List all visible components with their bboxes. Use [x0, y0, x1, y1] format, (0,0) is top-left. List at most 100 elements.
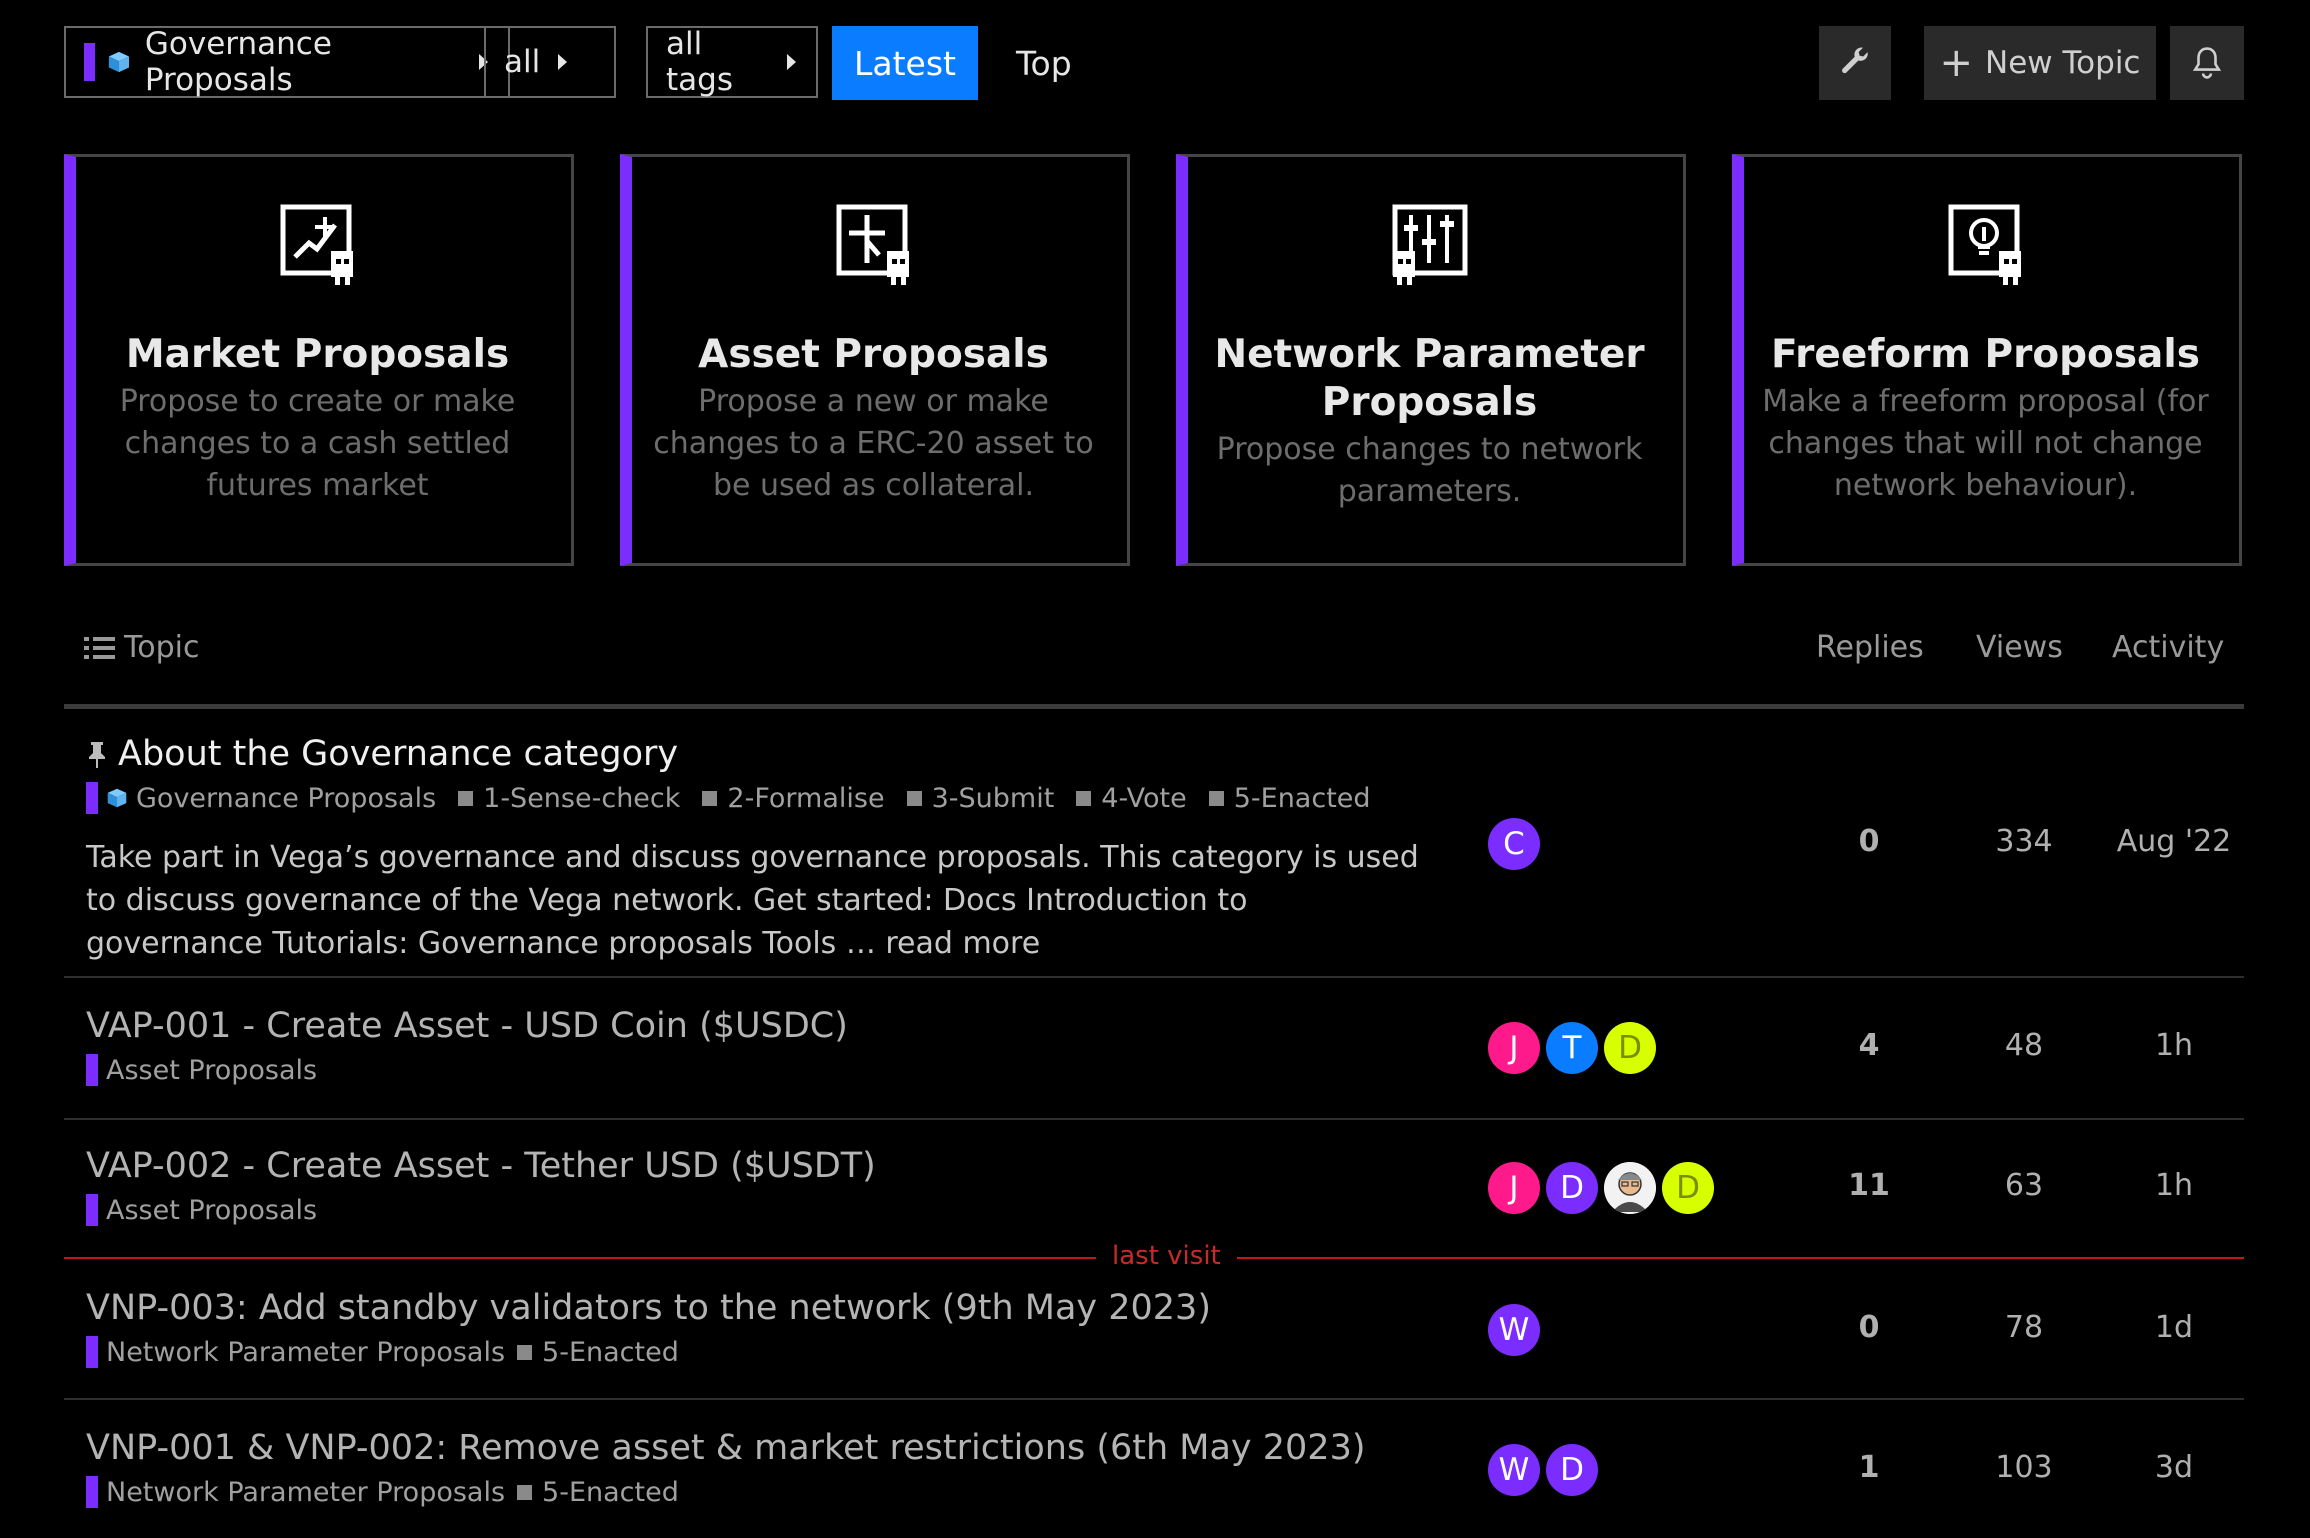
replies-column-header[interactable]: Replies [1816, 630, 1924, 665]
avatar[interactable]: D [1604, 1022, 1656, 1074]
poster-avatars: W D [1488, 1444, 1604, 1496]
admin-wrench-button[interactable] [1819, 26, 1891, 100]
category-boxes: Market Proposals Propose to create or ma… [64, 154, 2244, 566]
notification-button[interactable] [2170, 26, 2244, 100]
tags-dropdown[interactable]: all tags [646, 26, 818, 98]
caret-right-icon [558, 54, 568, 70]
poster-avatars: J D D [1488, 1162, 1720, 1214]
topic-excerpt[interactable]: Take part in Vega’s governance and discu… [86, 836, 1426, 965]
avatar[interactable]: W [1488, 1444, 1540, 1496]
topic-column-label: Topic [124, 630, 200, 665]
category-title: Freeform Proposals [1771, 332, 2200, 377]
avatar[interactable]: D [1546, 1162, 1598, 1214]
category-box-network-parameter[interactable]: Network Parameter Proposals Propose chan… [1176, 154, 1686, 566]
asset-icon [836, 204, 909, 285]
category-color-bar [86, 1054, 98, 1086]
caret-right-icon [787, 54, 796, 70]
sliders-icon [1392, 204, 1467, 285]
all-dropdown[interactable]: all [484, 26, 616, 98]
activity-time[interactable]: 1d [2104, 1310, 2244, 1345]
category-title: Asset Proposals [698, 332, 1049, 377]
topic-title[interactable]: VAP-001 - Create Asset - USD Coin ($USDC… [86, 1006, 848, 1046]
tag-link[interactable]: 3-Submit [932, 783, 1055, 814]
poster-avatars: C [1488, 818, 1546, 870]
avatar[interactable]: J [1488, 1162, 1540, 1214]
category-color-bar [86, 1336, 98, 1368]
category-box-asset[interactable]: Asset Proposals Propose a new or make ch… [620, 154, 1130, 566]
category-badge[interactable]: Asset Proposals [106, 1195, 317, 1226]
avatar[interactable]: W [1488, 1304, 1540, 1356]
activity-time[interactable]: 1h [2104, 1168, 2244, 1203]
avatar[interactable]: D [1662, 1162, 1714, 1214]
category-badge[interactable]: Network Parameter Proposals [106, 1337, 505, 1368]
category-color-bar [86, 1476, 98, 1508]
topic-row: VNP-003: Add standby validators to the n… [64, 1260, 2244, 1400]
tag-link[interactable]: 5-Enacted [1234, 783, 1371, 814]
new-topic-label: New Topic [1985, 45, 2141, 81]
views-column-header[interactable]: Views [1976, 630, 2063, 665]
topic-meta: Network Parameter Proposals 5-Enacted [86, 1336, 679, 1368]
topic-row: VAP-002 - Create Asset - Tether USD ($US… [64, 1120, 2244, 1256]
view-count: 103 [1995, 1450, 2053, 1485]
reply-count[interactable]: 4 [1824, 1028, 1914, 1063]
activity-time[interactable]: Aug '22 [2104, 824, 2244, 859]
tag-link[interactable]: 4-Vote [1101, 783, 1186, 814]
activity-time[interactable]: 3d [2104, 1450, 2244, 1485]
category-badge[interactable]: Asset Proposals [106, 1055, 317, 1086]
tag-square-icon [1208, 790, 1224, 806]
reply-count[interactable]: 0 [1824, 1310, 1914, 1345]
tag-link[interactable]: 5-Enacted [542, 1477, 679, 1508]
tab-top[interactable]: Top [1016, 26, 1072, 100]
tags-dropdown-label: all tags [666, 26, 733, 98]
tag-link[interactable]: 1-Sense-check [483, 783, 680, 814]
category-badge[interactable]: Network Parameter Proposals [106, 1477, 505, 1508]
category-dropdown-label: Governance Proposals [144, 26, 332, 98]
topic-title: About the Governance category [118, 734, 679, 774]
avatar[interactable]: C [1488, 818, 1540, 870]
tag-link[interactable]: 5-Enacted [542, 1337, 679, 1368]
reply-count[interactable]: 11 [1824, 1168, 1914, 1203]
topic-row: VAP-001 - Create Asset - USD Coin ($USDC… [64, 978, 2244, 1120]
topic-meta: Network Parameter Proposals 5-Enacted [86, 1476, 679, 1508]
topic-column-header[interactable]: Topic [84, 630, 199, 665]
topic-title[interactable]: VAP-002 - Create Asset - Tether USD ($US… [86, 1146, 876, 1186]
new-topic-button[interactable]: + New Topic [1924, 26, 2156, 100]
poster-avatars: W [1488, 1304, 1546, 1356]
tag-square-icon [458, 790, 474, 806]
ballot-box-icon [107, 788, 127, 808]
topic-title-link[interactable]: About the Governance category [86, 734, 678, 774]
lightbulb-icon [1948, 204, 2021, 285]
topic-row: VNP-001 & VNP-002: Remove asset & market… [64, 1400, 2244, 1538]
topic-title[interactable]: VNP-001 & VNP-002: Remove asset & market… [86, 1428, 1366, 1468]
topic-meta: Governance Proposals 1-Sense-check 2-For… [86, 782, 1371, 814]
category-description: Propose a new or make changes to a ERC-2… [653, 384, 1094, 503]
view-count: 48 [2004, 1028, 2044, 1063]
tag-square-icon [1076, 790, 1092, 806]
topic-title[interactable]: VNP-003: Add standby validators to the n… [86, 1288, 1211, 1328]
tag-square-icon [906, 790, 922, 806]
category-box-market[interactable]: Market Proposals Propose to create or ma… [64, 154, 574, 566]
reply-count[interactable]: 0 [1824, 824, 1914, 859]
navigation-bar: Governance Proposals all all tags Latest… [64, 26, 2244, 102]
category-box-freeform[interactable]: Freeform Proposals Make a freeform propo… [1732, 154, 2242, 566]
tag-square-icon [517, 1344, 533, 1360]
tab-latest[interactable]: Latest [832, 26, 978, 100]
category-dropdown[interactable]: Governance Proposals [64, 26, 510, 98]
avatar[interactable]: T [1546, 1022, 1598, 1074]
activity-time[interactable]: 1h [2104, 1028, 2244, 1063]
avatar[interactable]: D [1546, 1444, 1598, 1496]
reply-count[interactable]: 1 [1824, 1450, 1914, 1485]
category-color-bar [86, 1194, 98, 1226]
all-dropdown-label: all [504, 44, 541, 80]
category-color-bar [86, 782, 98, 814]
ballot-box-icon [108, 51, 130, 73]
activity-column-header[interactable]: Activity [2112, 630, 2224, 665]
bell-icon [2192, 47, 2222, 79]
tag-link[interactable]: 2-Formalise [727, 783, 884, 814]
topic-row: About the Governance category Governance… [64, 712, 2244, 978]
avatar[interactable]: J [1488, 1022, 1540, 1074]
wrench-icon [1842, 47, 1868, 74]
view-count: 334 [1995, 824, 2053, 859]
avatar-photo[interactable] [1604, 1162, 1656, 1214]
category-badge[interactable]: Governance Proposals [136, 783, 436, 814]
